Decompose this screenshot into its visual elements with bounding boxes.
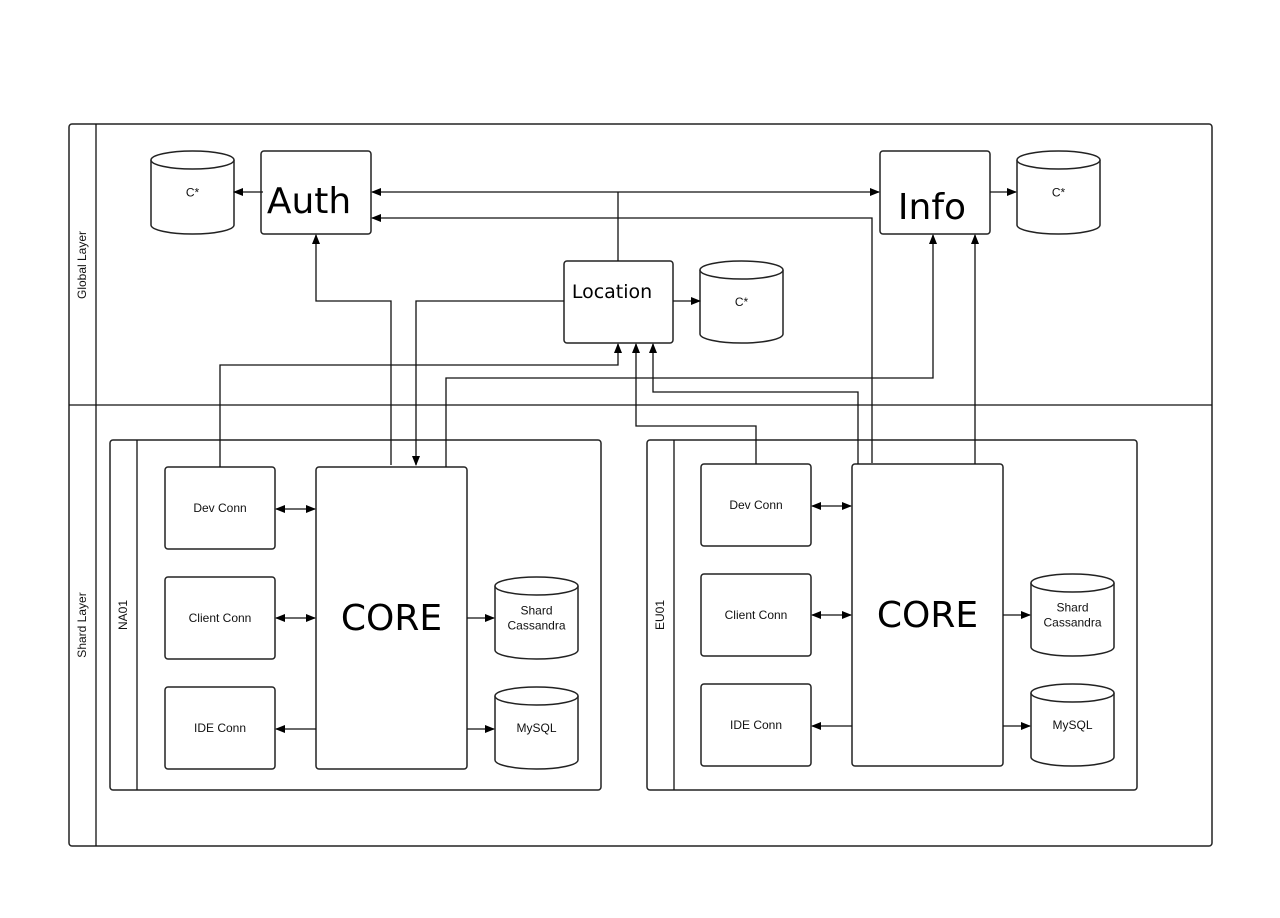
info-service[interactable]: Info [879, 150, 991, 235]
client-conn-label: Client Conn [189, 611, 252, 625]
mysql-db[interactable]: MySQL [1030, 683, 1115, 767]
shard-label: EU01 [653, 600, 667, 630]
client-conn-label: Client Conn [725, 608, 788, 622]
db-label: MySQL [1052, 718, 1092, 732]
shard-cassandra-db[interactable]: ShardCassandra [1030, 573, 1115, 657]
client-conn[interactable]: Client Conn [164, 576, 276, 660]
shard-label: NA01 [116, 600, 130, 630]
architecture-diagram: Global Layer Shard Layer Auth Info Locat… [68, 123, 1213, 847]
dev-conn[interactable]: Dev Conn [700, 463, 812, 547]
ide-conn-label: IDE Conn [194, 721, 246, 735]
db-label: Cassandra [1043, 616, 1101, 630]
db-label: Shard [520, 604, 552, 618]
shard-cassandra-db[interactable]: ShardCassandra [494, 576, 579, 660]
auth-service[interactable]: Auth [260, 150, 372, 235]
db-label: C* [186, 186, 200, 200]
ide-conn-label: IDE Conn [730, 718, 782, 732]
mysql-db[interactable]: MySQL [494, 686, 579, 770]
lane-label-shard: Shard Layer [75, 592, 89, 657]
ide-conn[interactable]: IDE Conn [164, 686, 276, 770]
db-label: Cassandra [507, 619, 565, 633]
dev-conn[interactable]: Dev Conn [164, 466, 276, 550]
db-label: C* [735, 295, 749, 309]
db-label: C* [1052, 186, 1066, 200]
core-label: CORE [877, 595, 978, 636]
info-cassandra-db[interactable]: C* [1016, 150, 1101, 235]
lane-label-global: Global Layer [75, 231, 89, 299]
db-label: Shard [1056, 601, 1088, 615]
ide-conn[interactable]: IDE Conn [700, 683, 812, 767]
auth-label: Auth [267, 181, 351, 222]
db-label: MySQL [516, 721, 556, 735]
location-cassandra-db[interactable]: C* [699, 260, 784, 344]
location-service[interactable]: Location [563, 260, 674, 344]
auth-cassandra-db[interactable]: C* [150, 150, 235, 235]
dev-conn-label: Dev Conn [193, 501, 246, 515]
info-label: Info [898, 187, 966, 228]
client-conn[interactable]: Client Conn [700, 573, 812, 657]
dev-conn-label: Dev Conn [729, 498, 782, 512]
location-label: Location [572, 281, 652, 303]
core[interactable]: CORE [315, 466, 468, 770]
core[interactable]: CORE [851, 463, 1004, 767]
core-label: CORE [341, 598, 442, 639]
